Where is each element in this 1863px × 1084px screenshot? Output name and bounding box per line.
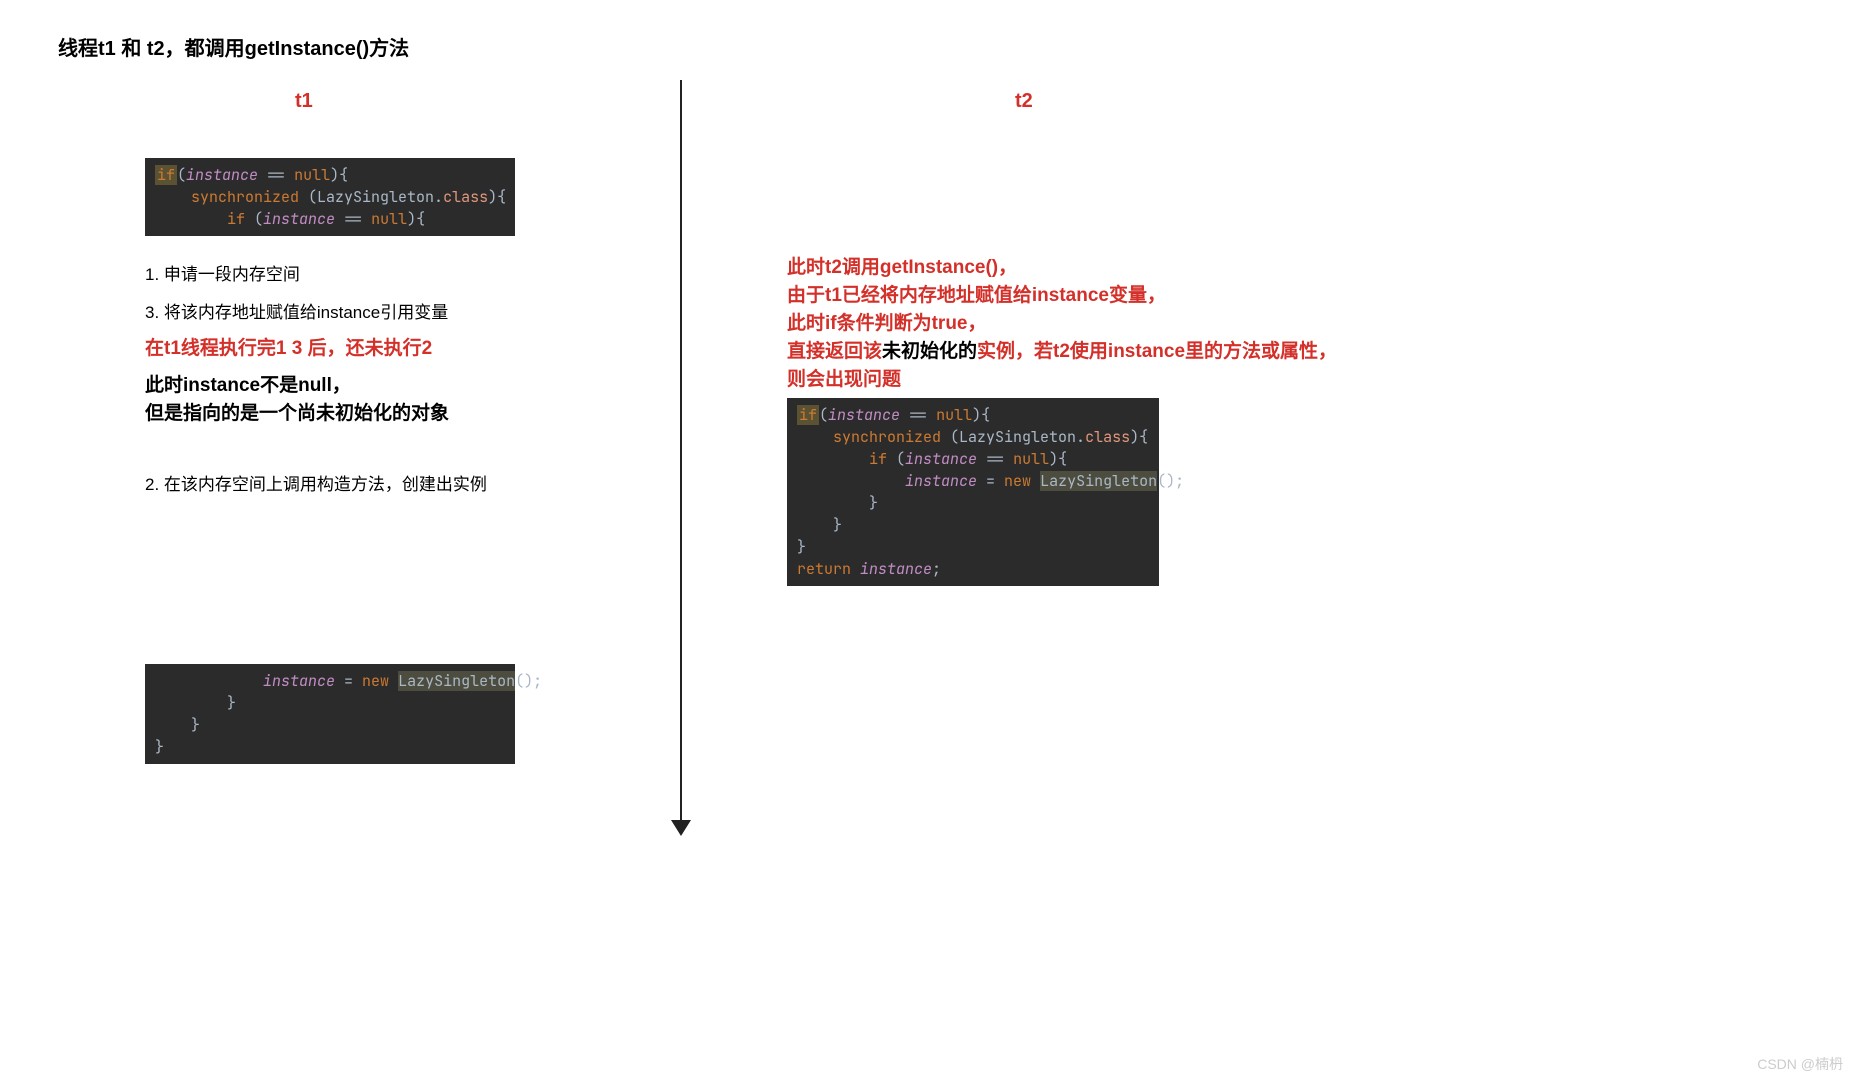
t1-step-1: 1. 申请一段内存空间 — [145, 260, 300, 285]
t1-note-red: 在t1线程执行完1 3 后，还未执行2 — [145, 333, 432, 360]
watermark: CSDN @楠枬 — [1757, 1054, 1843, 1074]
timeline-axis — [680, 80, 682, 825]
page-title: 线程t1 和 t2，都调用getInstance()方法 — [58, 32, 409, 61]
t2-label: t2 — [1015, 90, 1033, 113]
t1-step-3: 3. 将该内存地址赋值给instance引用变量 — [145, 298, 448, 323]
t2-note-2: 由于t1已经将内存地址赋值给instance变量， — [787, 282, 1166, 310]
t2-note-4: 直接返回该未初始化的实例，若t2使用instance里的方法或属性， — [787, 338, 1337, 366]
t1-code-bottom: instance = new LazySingleton(); } } } — [145, 664, 515, 764]
kw-if: if — [155, 165, 177, 185]
t1-note-b2: 但是指向的是一个尚未初始化的对象 — [145, 398, 449, 425]
t2-note-1: 此时t2调用getInstance()， — [787, 254, 1017, 282]
t1-code-top: if(instance == null){ synchronized (Lazy… — [145, 158, 515, 236]
t2-code: if(instance == null){ synchronized (Lazy… — [787, 398, 1159, 586]
t1-step-2: 2. 在该内存空间上调用构造方法，创建出实例 — [145, 470, 487, 495]
t2-note-3: 此时if条件判断为true， — [787, 310, 987, 338]
timeline-arrowhead-icon — [671, 820, 691, 836]
t1-note-b1: 此时instance不是null， — [145, 370, 351, 397]
t2-note-5: 则会出现问题 — [787, 366, 901, 394]
t1-label: t1 — [295, 90, 313, 113]
